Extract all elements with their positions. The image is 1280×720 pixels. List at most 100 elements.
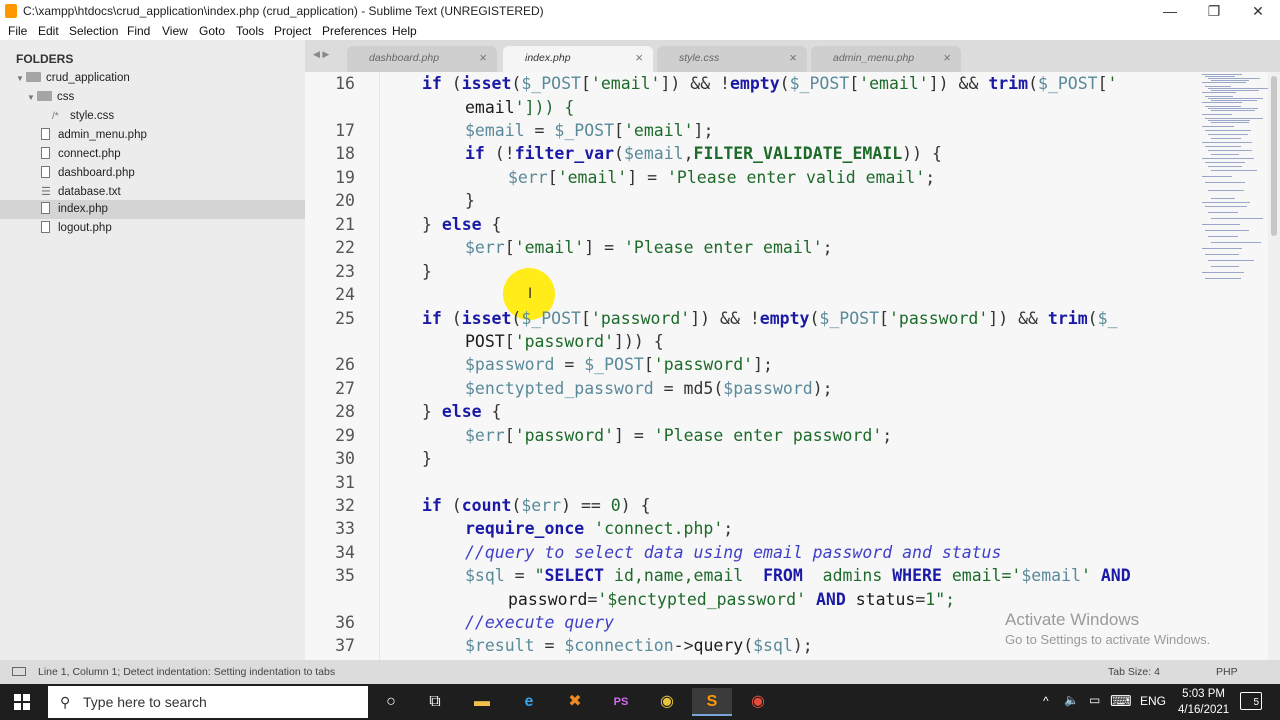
sidebar-item-label: logout.php xyxy=(58,222,112,234)
clock-date: 4/16/2021 xyxy=(1178,704,1230,716)
code-line-22: $err['email'] = 'Please enter email'; xyxy=(465,238,833,257)
tab-admin-menu[interactable]: admin_menu.php × xyxy=(811,46,961,72)
syntax-indicator[interactable]: PHP xyxy=(1216,666,1238,678)
menu-tools[interactable]: Tools xyxy=(236,24,264,38)
sidebar: FOLDERS ▼ crud_application ▼ css /* style.c… xyxy=(0,40,305,660)
tab-dashboard[interactable]: dashboard.php × xyxy=(347,46,497,72)
search-icon: ⚲ xyxy=(60,694,71,710)
line-number: 30 xyxy=(335,449,355,468)
close-tab-icon[interactable]: × xyxy=(943,50,951,65)
tab-label: admin_menu.php xyxy=(833,52,915,64)
restore-button[interactable]: ❐ xyxy=(1192,0,1236,22)
code-editor[interactable]: 16 17 18 19 20 21 22 23 24 25 26 27 28 2… xyxy=(305,72,1280,660)
minimap-line xyxy=(1202,176,1232,177)
menu-edit[interactable]: Edit xyxy=(38,24,59,38)
vertical-scrollbar[interactable] xyxy=(1268,72,1280,660)
minimize-button[interactable]: — xyxy=(1148,0,1192,22)
status-message: Line 1, Column 1; Detect indentation: Se… xyxy=(38,666,336,678)
sidebar-item-admin-menu[interactable]: admin_menu.php xyxy=(41,126,147,145)
minimap-line xyxy=(1205,146,1241,147)
menu-selection[interactable]: Selection xyxy=(69,24,118,38)
minimap-line xyxy=(1205,106,1241,107)
code-line-30: } xyxy=(422,449,432,468)
line-number-gutter: 16 17 18 19 20 21 22 23 24 25 26 27 28 2… xyxy=(305,72,380,660)
xampp-icon[interactable]: ✖ xyxy=(555,688,595,716)
menu-project[interactable]: Project xyxy=(274,24,311,38)
window-title: C:\xampp\htdocs\crud_application\index.p… xyxy=(23,4,544,18)
sublime-taskbar-icon[interactable]: S xyxy=(692,688,732,716)
scrollbar-thumb[interactable] xyxy=(1271,76,1277,236)
code-line-18: if (!filter_var($email,FILTER_VALIDATE_E… xyxy=(465,144,942,163)
menu-goto[interactable]: Goto xyxy=(199,24,225,38)
minimap-line xyxy=(1208,78,1260,79)
line-number: 37 xyxy=(335,636,355,655)
tab-style[interactable]: style.css × xyxy=(657,46,807,72)
code-line-23: } xyxy=(422,262,432,281)
menu-file[interactable]: File xyxy=(8,24,27,38)
close-tab-icon[interactable]: × xyxy=(635,50,643,65)
close-tab-icon[interactable]: × xyxy=(789,50,797,65)
chrome-profile-icon[interactable]: ◉ xyxy=(738,688,778,716)
panel-toggle-icon[interactable] xyxy=(12,667,26,676)
menu-help[interactable]: Help xyxy=(392,24,417,38)
line-number: 26 xyxy=(335,355,355,374)
tab-nav-arrows[interactable]: ◀ ▶ xyxy=(313,49,329,60)
phpstorm-icon[interactable]: PS xyxy=(601,688,641,716)
minimap-line xyxy=(1208,108,1258,109)
code-line-20: } xyxy=(465,191,475,210)
sidebar-item-logout[interactable]: logout.php xyxy=(41,219,112,238)
menu-find[interactable]: Find xyxy=(127,24,150,38)
minimap-line xyxy=(1205,182,1245,183)
code-line-28: } else { xyxy=(422,402,502,421)
edge-icon[interactable]: e xyxy=(509,688,549,716)
show-hidden-icons-icon[interactable]: ^ xyxy=(1043,694,1049,708)
line-number: 28 xyxy=(335,402,355,421)
sidebar-item-index[interactable]: index.php xyxy=(0,200,305,219)
minimap-line xyxy=(1211,218,1263,219)
notification-count: 5 xyxy=(1253,697,1259,708)
minimap-line xyxy=(1202,202,1250,203)
tab-index[interactable]: index.php × xyxy=(503,46,653,72)
sidebar-item-connect[interactable]: connect.php xyxy=(41,145,121,164)
chrome-icon[interactable]: ◉ xyxy=(647,688,687,716)
minimap-line xyxy=(1208,150,1252,151)
minimap[interactable] xyxy=(1198,72,1268,660)
close-button[interactable]: ✕ xyxy=(1236,0,1280,22)
file-icon xyxy=(41,166,50,178)
search-placeholder: Type here to search xyxy=(83,694,207,710)
sidebar-item-label: index.php xyxy=(58,203,108,215)
sidebar-item-style-css[interactable]: /* style.css xyxy=(52,107,114,126)
windows-start-icon[interactable] xyxy=(14,694,30,710)
sidebar-item-css[interactable]: ▼ css xyxy=(27,88,74,107)
minimap-line xyxy=(1211,110,1255,111)
keyboard-icon[interactable]: ⌨ xyxy=(1110,692,1132,710)
task-view-icon[interactable]: ⧉ xyxy=(415,688,455,716)
file-explorer-icon[interactable]: ▬ xyxy=(462,688,502,716)
tab-bar: ◀ ▶ dashboard.php × index.php × style.css ×… xyxy=(305,40,1280,72)
cortana-icon[interactable]: ○ xyxy=(371,688,411,716)
close-tab-icon[interactable]: × xyxy=(479,50,487,65)
status-bar: Line 1, Column 1; Detect indentation: Se… xyxy=(0,660,1280,684)
volume-icon[interactable]: 🔈 xyxy=(1064,693,1079,707)
taskbar-search-box[interactable]: ⚲ Type here to search xyxy=(48,686,368,718)
text-cursor-icon: I xyxy=(528,286,533,302)
tab-size-indicator[interactable]: Tab Size: 4 xyxy=(1108,666,1160,678)
minimap-line xyxy=(1211,242,1261,243)
sidebar-item-crud-application[interactable]: ▼ crud_application xyxy=(16,69,130,88)
file-icon xyxy=(41,202,50,214)
clock-time: 5:03 PM xyxy=(1182,688,1225,700)
sidebar-item-dashboard[interactable]: dashboard.php xyxy=(41,164,135,183)
code-line-19: $err['email'] = 'Please enter valid emai… xyxy=(508,168,936,187)
minimap-line xyxy=(1211,198,1235,199)
notification-icon[interactable]: 5 xyxy=(1240,692,1262,710)
menu-view[interactable]: View xyxy=(162,24,188,38)
activate-windows-watermark: Activate Windows Go to Settings to activ… xyxy=(1005,610,1210,647)
tab-label: index.php xyxy=(525,52,571,64)
menu-preferences[interactable]: Preferences xyxy=(322,24,387,38)
network-icon[interactable]: ▭ xyxy=(1089,693,1100,707)
language-indicator[interactable]: ENG xyxy=(1140,694,1166,708)
minimap-line xyxy=(1211,100,1257,101)
minimap-line xyxy=(1202,158,1254,159)
minimap-line xyxy=(1202,114,1232,115)
clock[interactable]: 5:03 PM 4/16/2021 xyxy=(1178,686,1229,718)
